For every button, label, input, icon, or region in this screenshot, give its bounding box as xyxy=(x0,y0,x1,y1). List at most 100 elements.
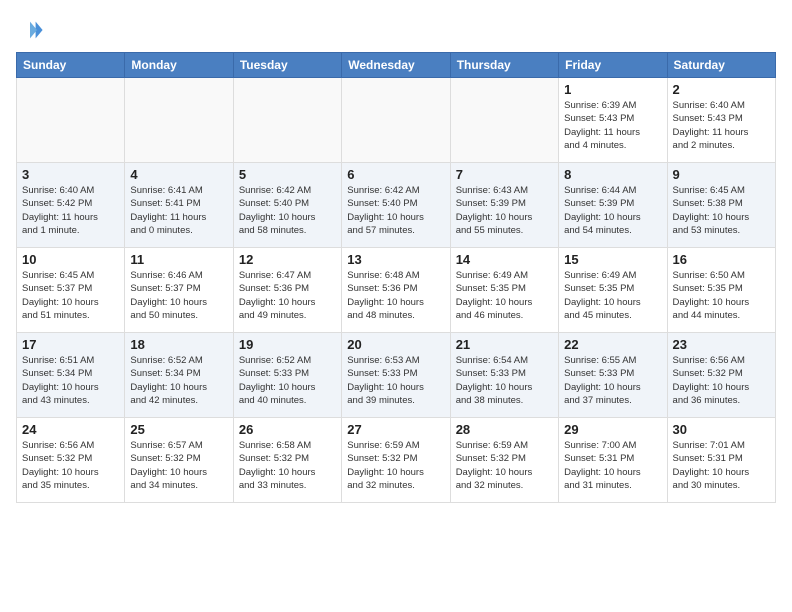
day-number: 6 xyxy=(347,167,444,182)
day-info: Sunrise: 6:42 AM Sunset: 5:40 PM Dayligh… xyxy=(347,184,444,237)
day-info: Sunrise: 6:52 AM Sunset: 5:34 PM Dayligh… xyxy=(130,354,227,407)
day-info: Sunrise: 7:00 AM Sunset: 5:31 PM Dayligh… xyxy=(564,439,661,492)
day-info: Sunrise: 6:57 AM Sunset: 5:32 PM Dayligh… xyxy=(130,439,227,492)
calendar-table: SundayMondayTuesdayWednesdayThursdayFrid… xyxy=(16,52,776,503)
day-info: Sunrise: 6:51 AM Sunset: 5:34 PM Dayligh… xyxy=(22,354,119,407)
day-number: 8 xyxy=(564,167,661,182)
calendar-cell: 20 Sunrise: 6:53 AM Sunset: 5:33 PM Dayli… xyxy=(342,333,450,418)
day-number: 13 xyxy=(347,252,444,267)
day-info: Sunrise: 6:44 AM Sunset: 5:39 PM Dayligh… xyxy=(564,184,661,237)
calendar-cell: 14 Sunrise: 6:49 AM Sunset: 5:35 PM Dayli… xyxy=(450,248,558,333)
calendar-cell: 17 Sunrise: 6:51 AM Sunset: 5:34 PM Dayli… xyxy=(17,333,125,418)
calendar-cell: 5 Sunrise: 6:42 AM Sunset: 5:40 PM Daylig… xyxy=(233,163,341,248)
calendar-header-row: SundayMondayTuesdayWednesdayThursdayFrid… xyxy=(17,53,776,78)
calendar-cell: 2 Sunrise: 6:40 AM Sunset: 5:43 PM Daylig… xyxy=(667,78,775,163)
day-number: 10 xyxy=(22,252,119,267)
calendar-cell: 26 Sunrise: 6:58 AM Sunset: 5:32 PM Dayli… xyxy=(233,418,341,503)
day-number: 28 xyxy=(456,422,553,437)
day-number: 7 xyxy=(456,167,553,182)
day-number: 27 xyxy=(347,422,444,437)
calendar-cell: 16Sunrise: 6:50 AM Sunset: 5:35 PM Dayli… xyxy=(667,248,775,333)
day-header-tuesday: Tuesday xyxy=(233,53,341,78)
day-number: 14 xyxy=(456,252,553,267)
day-number: 24 xyxy=(22,422,119,437)
day-info: Sunrise: 6:54 AM Sunset: 5:33 PM Dayligh… xyxy=(456,354,553,407)
day-number: 15 xyxy=(564,252,661,267)
day-header-thursday: Thursday xyxy=(450,53,558,78)
day-info: Sunrise: 6:56 AM Sunset: 5:32 PM Dayligh… xyxy=(22,439,119,492)
calendar-cell xyxy=(125,78,233,163)
day-info: Sunrise: 6:45 AM Sunset: 5:37 PM Dayligh… xyxy=(22,269,119,322)
day-info: Sunrise: 6:53 AM Sunset: 5:33 PM Dayligh… xyxy=(347,354,444,407)
day-info: Sunrise: 6:41 AM Sunset: 5:41 PM Dayligh… xyxy=(130,184,227,237)
calendar-cell: 18Sunrise: 6:52 AM Sunset: 5:34 PM Dayli… xyxy=(125,333,233,418)
day-number: 2 xyxy=(673,82,770,97)
day-info: Sunrise: 6:42 AM Sunset: 5:40 PM Dayligh… xyxy=(239,184,336,237)
calendar-cell: 23Sunrise: 6:56 AM Sunset: 5:32 PM Dayli… xyxy=(667,333,775,418)
day-number: 30 xyxy=(673,422,770,437)
day-info: Sunrise: 6:52 AM Sunset: 5:33 PM Dayligh… xyxy=(239,354,336,407)
day-info: Sunrise: 6:48 AM Sunset: 5:36 PM Dayligh… xyxy=(347,269,444,322)
calendar-cell: 15 Sunrise: 6:49 AM Sunset: 5:35 PM Dayli… xyxy=(559,248,667,333)
day-info: Sunrise: 6:49 AM Sunset: 5:35 PM Dayligh… xyxy=(564,269,661,322)
calendar-cell: 27 Sunrise: 6:59 AM Sunset: 5:32 PM Dayli… xyxy=(342,418,450,503)
day-number: 3 xyxy=(22,167,119,182)
calendar-cell: 13 Sunrise: 6:48 AM Sunset: 5:36 PM Dayli… xyxy=(342,248,450,333)
calendar-cell xyxy=(342,78,450,163)
day-header-sunday: Sunday xyxy=(17,53,125,78)
day-header-saturday: Saturday xyxy=(667,53,775,78)
week-row: 17 Sunrise: 6:51 AM Sunset: 5:34 PM Dayli… xyxy=(17,333,776,418)
day-info: Sunrise: 6:47 AM Sunset: 5:36 PM Dayligh… xyxy=(239,269,336,322)
day-info: Sunrise: 6:46 AM Sunset: 5:37 PM Dayligh… xyxy=(130,269,227,322)
logo-icon xyxy=(16,16,44,44)
day-number: 9 xyxy=(673,167,770,182)
calendar-cell: 4 Sunrise: 6:41 AM Sunset: 5:41 PM Daylig… xyxy=(125,163,233,248)
day-number: 26 xyxy=(239,422,336,437)
day-header-wednesday: Wednesday xyxy=(342,53,450,78)
calendar-cell: 25 Sunrise: 6:57 AM Sunset: 5:32 PM Dayli… xyxy=(125,418,233,503)
day-info: Sunrise: 6:40 AM Sunset: 5:43 PM Dayligh… xyxy=(673,99,770,152)
calendar-cell: 3 Sunrise: 6:40 AM Sunset: 5:42 PM Daylig… xyxy=(17,163,125,248)
day-info: Sunrise: 6:40 AM Sunset: 5:42 PM Dayligh… xyxy=(22,184,119,237)
calendar-cell xyxy=(450,78,558,163)
calendar-cell: 8 Sunrise: 6:44 AM Sunset: 5:39 PM Daylig… xyxy=(559,163,667,248)
day-number: 21 xyxy=(456,337,553,352)
day-info: Sunrise: 6:59 AM Sunset: 5:32 PM Dayligh… xyxy=(456,439,553,492)
calendar-cell: 12 Sunrise: 6:47 AM Sunset: 5:36 PM Dayli… xyxy=(233,248,341,333)
day-number: 20 xyxy=(347,337,444,352)
day-number: 17 xyxy=(22,337,119,352)
day-header-friday: Friday xyxy=(559,53,667,78)
calendar-cell: 22Sunrise: 6:55 AM Sunset: 5:33 PM Dayli… xyxy=(559,333,667,418)
day-number: 12 xyxy=(239,252,336,267)
calendar-cell: 9Sunrise: 6:45 AM Sunset: 5:38 PM Daylig… xyxy=(667,163,775,248)
calendar-cell: 29Sunrise: 7:00 AM Sunset: 5:31 PM Dayli… xyxy=(559,418,667,503)
calendar-cell: 19 Sunrise: 6:52 AM Sunset: 5:33 PM Dayli… xyxy=(233,333,341,418)
day-info: Sunrise: 6:55 AM Sunset: 5:33 PM Dayligh… xyxy=(564,354,661,407)
day-info: Sunrise: 6:59 AM Sunset: 5:32 PM Dayligh… xyxy=(347,439,444,492)
day-info: Sunrise: 6:58 AM Sunset: 5:32 PM Dayligh… xyxy=(239,439,336,492)
calendar-cell: 10 Sunrise: 6:45 AM Sunset: 5:37 PM Dayli… xyxy=(17,248,125,333)
day-number: 16 xyxy=(673,252,770,267)
day-header-monday: Monday xyxy=(125,53,233,78)
logo xyxy=(16,16,48,44)
day-number: 25 xyxy=(130,422,227,437)
week-row: 3 Sunrise: 6:40 AM Sunset: 5:42 PM Daylig… xyxy=(17,163,776,248)
calendar-cell: 28 Sunrise: 6:59 AM Sunset: 5:32 PM Dayli… xyxy=(450,418,558,503)
calendar-cell: 7Sunrise: 6:43 AM Sunset: 5:39 PM Daylig… xyxy=(450,163,558,248)
calendar-cell: 6 Sunrise: 6:42 AM Sunset: 5:40 PM Daylig… xyxy=(342,163,450,248)
week-row: 1Sunrise: 6:39 AM Sunset: 5:43 PM Daylig… xyxy=(17,78,776,163)
calendar-cell xyxy=(17,78,125,163)
day-number: 5 xyxy=(239,167,336,182)
calendar-cell: 30 Sunrise: 7:01 AM Sunset: 5:31 PM Dayli… xyxy=(667,418,775,503)
day-number: 4 xyxy=(130,167,227,182)
calendar-cell xyxy=(233,78,341,163)
week-row: 10 Sunrise: 6:45 AM Sunset: 5:37 PM Dayli… xyxy=(17,248,776,333)
calendar-cell: 21 Sunrise: 6:54 AM Sunset: 5:33 PM Dayli… xyxy=(450,333,558,418)
day-info: Sunrise: 7:01 AM Sunset: 5:31 PM Dayligh… xyxy=(673,439,770,492)
day-number: 19 xyxy=(239,337,336,352)
day-info: Sunrise: 6:49 AM Sunset: 5:35 PM Dayligh… xyxy=(456,269,553,322)
calendar-cell: 11Sunrise: 6:46 AM Sunset: 5:37 PM Dayli… xyxy=(125,248,233,333)
page-header xyxy=(16,16,776,44)
calendar-cell: 1Sunrise: 6:39 AM Sunset: 5:43 PM Daylig… xyxy=(559,78,667,163)
week-row: 24 Sunrise: 6:56 AM Sunset: 5:32 PM Dayli… xyxy=(17,418,776,503)
